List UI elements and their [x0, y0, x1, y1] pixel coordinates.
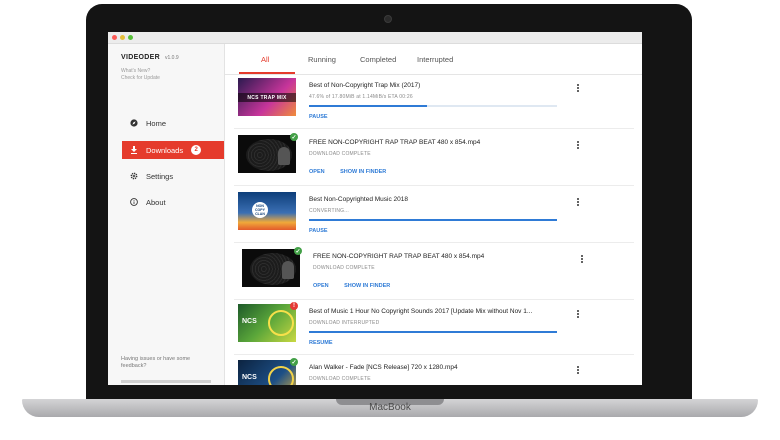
- download-status: DOWNLOAD COMPLETE: [309, 151, 371, 157]
- download-item: NCS ! Best of Music 1 Hour No Copyright …: [234, 298, 634, 355]
- whats-new-link[interactable]: What's New?: [121, 68, 150, 74]
- show-in-finder-button[interactable]: SHOW IN FINDER: [344, 283, 390, 289]
- gear-icon: [130, 172, 138, 180]
- sidebar-item-home[interactable]: Home: [122, 114, 224, 132]
- download-item: ✓ FREE NON-COPYRIGHT RAP TRAP BEAT 480 x…: [234, 129, 634, 186]
- download-title: Best of Music 1 Hour No Copyright Sounds…: [309, 308, 533, 315]
- tab-running[interactable]: Running: [308, 55, 336, 64]
- app-version: v1.0.9: [165, 55, 179, 61]
- app-name: VIDEODER: [121, 54, 160, 61]
- thumbnail-caption: NCS: [242, 374, 257, 381]
- download-status: DOWNLOAD COMPLETE: [309, 376, 371, 382]
- device-brand: MacBook: [369, 402, 411, 413]
- thumbnail-caption: NCS: [242, 318, 257, 325]
- thumbnail-caption: NON COPY CLAN: [252, 202, 268, 218]
- download-status: 47.6% of 17.80MiB at 1.14MiB/s ETA 00:26: [309, 94, 413, 100]
- thumbnail-caption: NCS TRAP MIX: [238, 93, 296, 102]
- tab-completed[interactable]: Completed: [360, 55, 396, 64]
- download-status: DOWNLOAD INTERRUPTED: [309, 320, 380, 326]
- error-icon: !: [290, 302, 298, 310]
- video-thumbnail[interactable]: NON COPY CLAN: [238, 192, 296, 230]
- complete-check-icon: ✓: [290, 133, 298, 141]
- title-bar: [108, 32, 642, 44]
- feedback-link-placeholder[interactable]: [121, 380, 211, 383]
- tab-bar: All Running Completed Interrupted: [225, 44, 642, 75]
- complete-check-icon: ✓: [290, 358, 298, 366]
- video-thumbnail[interactable]: NCS: [238, 360, 296, 385]
- compass-icon: [130, 119, 138, 127]
- downloads-count-badge: 2: [191, 145, 202, 155]
- sidebar-item-downloads[interactable]: Downloads 2: [122, 141, 224, 159]
- pause-button[interactable]: PAUSE: [309, 228, 328, 234]
- sidebar-item-label: Home: [146, 118, 167, 128]
- tab-all[interactable]: All: [261, 55, 269, 64]
- sidebar-item-label: About: [146, 197, 166, 207]
- download-title: FREE NON-COPYRIGHT RAP TRAP BEAT 480 x 8…: [309, 139, 481, 146]
- close-window-button[interactable]: [112, 35, 117, 40]
- download-title: Best Non-Copyrighted Music 2018: [309, 196, 408, 203]
- sidebar-item-about[interactable]: About: [122, 193, 224, 211]
- download-item: NCS TRAP MIX Best of Non-Copyright Trap …: [234, 72, 634, 129]
- sidebar: VIDEODER v1.0.9 What's New? Check for Up…: [108, 44, 225, 385]
- progress-fill: [309, 219, 557, 221]
- camera-icon: [384, 15, 392, 23]
- check-update-link[interactable]: Check for Update: [121, 75, 160, 81]
- video-thumbnail[interactable]: [238, 135, 296, 173]
- download-title: Alan Walker - Fade [NCS Release] 720 x 1…: [309, 364, 458, 371]
- progress-bar: [309, 219, 557, 221]
- sidebar-item-settings[interactable]: Settings: [122, 167, 224, 185]
- video-thumbnail[interactable]: [242, 249, 300, 287]
- download-status: CONVERTING...: [309, 208, 350, 214]
- progress-bar: [309, 105, 557, 107]
- show-in-finder-button[interactable]: SHOW IN FINDER: [340, 169, 386, 175]
- maximize-window-button[interactable]: [128, 35, 133, 40]
- download-status: DOWNLOAD COMPLETE: [313, 265, 375, 271]
- minimize-window-button[interactable]: [120, 35, 125, 40]
- sidebar-item-label: Settings: [146, 171, 174, 181]
- tab-interrupted[interactable]: Interrupted: [417, 55, 453, 64]
- sidebar-item-label: Downloads: [146, 145, 184, 155]
- pause-button[interactable]: PAUSE: [309, 114, 328, 120]
- progress-fill: [309, 331, 557, 333]
- info-icon: [130, 198, 138, 206]
- download-item: ✓ FREE NON-COPYRIGHT RAP TRAP BEAT 480 x…: [234, 243, 634, 300]
- open-button[interactable]: OPEN: [309, 169, 325, 175]
- download-title: Best of Non-Copyright Trap Mix (2017): [309, 82, 421, 89]
- download-icon: [130, 146, 138, 154]
- feedback-text: Having issues or have some feedback?: [121, 356, 191, 369]
- download-item: NCS ✓ Alan Walker - Fade [NCS Release] 7…: [234, 354, 634, 385]
- progress-fill: [309, 105, 428, 107]
- video-thumbnail[interactable]: NCS: [238, 304, 296, 342]
- download-title: FREE NON-COPYRIGHT RAP TRAP BEAT 480 x 8…: [313, 253, 485, 260]
- resume-button[interactable]: RESUME: [309, 340, 333, 346]
- app-window: VIDEODER v1.0.9 What's New? Check for Up…: [108, 32, 642, 385]
- progress-bar: [309, 331, 557, 333]
- video-thumbnail[interactable]: NCS TRAP MIX: [238, 78, 296, 116]
- complete-check-icon: ✓: [294, 247, 302, 255]
- download-item: NON COPY CLAN Best Non-Copyrighted Music…: [234, 186, 634, 243]
- open-button[interactable]: OPEN: [313, 283, 329, 289]
